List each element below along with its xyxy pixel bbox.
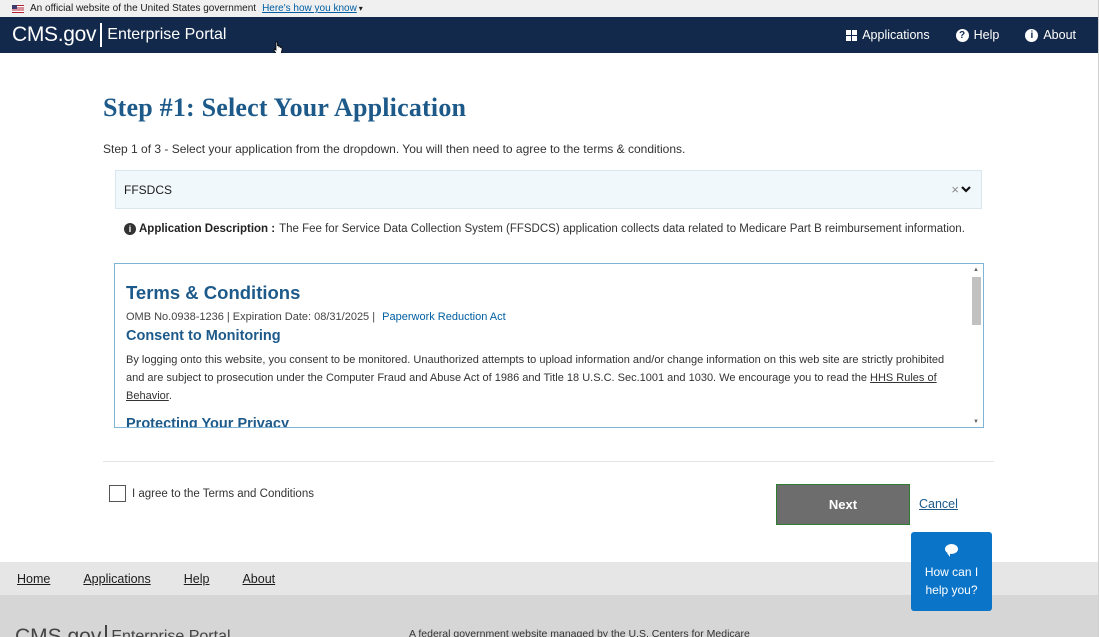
nav-help-label: Help bbox=[973, 28, 1000, 42]
consent-heading: Consent to Monitoring bbox=[126, 328, 281, 344]
chat-bubble-icon bbox=[945, 544, 958, 557]
footer-link-help[interactable]: Help bbox=[184, 572, 210, 586]
divider bbox=[103, 461, 994, 462]
consent-text: By logging onto this website, you consen… bbox=[126, 351, 956, 405]
brand-separator bbox=[100, 23, 103, 47]
question-circle-icon: ? bbox=[955, 28, 969, 42]
page-title: Step #1: Select Your Application bbox=[103, 93, 467, 122]
chat-text: How can I help you? bbox=[925, 563, 978, 599]
application-select-value: FFSDCS bbox=[124, 182, 172, 197]
heres-how-you-know-link[interactable]: Here's how you know bbox=[262, 3, 357, 14]
us-flag-icon bbox=[12, 4, 24, 13]
nav-about[interactable]: i About bbox=[1025, 28, 1076, 42]
scroll-thumb[interactable] bbox=[972, 277, 981, 325]
footer-brand-cms: CMS.gov bbox=[15, 625, 102, 637]
chat-line-1: How can I bbox=[924, 565, 979, 579]
scroll-up-icon[interactable]: ▲ bbox=[973, 267, 979, 273]
brand-cms: CMS.gov bbox=[12, 23, 97, 46]
footer-link-about[interactable]: About bbox=[242, 572, 275, 586]
brand-portal: Enterprise Portal bbox=[107, 26, 227, 43]
agree-checkbox-row[interactable]: I agree to the Terms and Conditions bbox=[109, 485, 314, 502]
terms-scrollbar[interactable]: ▲ ▼ bbox=[969, 264, 983, 427]
footer-text: A federal government website managed by … bbox=[409, 628, 750, 637]
chat-help-button[interactable]: How can I help you? bbox=[911, 532, 992, 611]
info-circle-icon: i bbox=[1025, 28, 1039, 42]
clear-icon[interactable]: × bbox=[951, 182, 959, 197]
consent-end: . bbox=[168, 390, 172, 402]
chat-line-2: help you? bbox=[925, 583, 978, 597]
grid-icon bbox=[846, 29, 858, 41]
cancel-link[interactable]: Cancel bbox=[919, 497, 958, 511]
agree-label: I agree to the Terms and Conditions bbox=[132, 487, 314, 500]
footer-brand-separator bbox=[105, 625, 108, 637]
scroll-down-icon[interactable]: ▼ bbox=[973, 419, 979, 425]
chevron-down-icon[interactable]: ▾ bbox=[359, 4, 363, 13]
brand-logo[interactable]: CMS.gov Enterprise Portal bbox=[12, 23, 226, 47]
privacy-heading: Protecting Your Privacy bbox=[126, 416, 290, 428]
step-instructions: Step 1 of 3 - Select your application fr… bbox=[103, 142, 686, 156]
chevron-down-icon[interactable] bbox=[959, 182, 973, 196]
terms-title: Terms & Conditions bbox=[126, 282, 301, 303]
footer-link-applications[interactable]: Applications bbox=[83, 572, 150, 586]
omb-info: OMB No.0938-1236 | Expiration Date: 08/3… bbox=[126, 311, 506, 323]
info-circle-icon: i bbox=[124, 223, 136, 235]
application-select[interactable]: FFSDCS × bbox=[115, 170, 982, 209]
gov-banner: An official website of the United States… bbox=[0, 0, 1099, 17]
agree-checkbox[interactable] bbox=[109, 485, 126, 502]
main-content: Step #1: Select Your Application Step 1 … bbox=[0, 53, 1098, 562]
omb-text: OMB No.0938-1236 | Expiration Date: 08/3… bbox=[126, 311, 376, 323]
next-button[interactable]: Next bbox=[776, 484, 910, 525]
footer-link-home[interactable]: Home bbox=[17, 572, 50, 586]
nav-applications[interactable]: Applications bbox=[846, 28, 930, 42]
consent-body: By logging onto this website, you consen… bbox=[126, 354, 945, 384]
paperwork-reduction-act-link[interactable]: Paperwork Reduction Act bbox=[382, 311, 506, 323]
header-nav: Applications ? Help i About bbox=[846, 17, 1076, 53]
nav-help[interactable]: ? Help bbox=[955, 28, 1000, 42]
footer-brand-portal: Enterprise Portal bbox=[111, 628, 231, 637]
nav-about-label: About bbox=[1043, 28, 1076, 42]
description-text: The Fee for Service Data Collection Syst… bbox=[279, 223, 965, 235]
description-label: Application Description : bbox=[139, 223, 276, 235]
gov-banner-text: An official website of the United States… bbox=[30, 3, 257, 14]
terms-scroll-panel[interactable]: Terms & Conditions OMB No.0938-1236 | Ex… bbox=[114, 263, 984, 428]
footer-brand-logo: CMS.gov Enterprise Portal bbox=[15, 625, 231, 637]
nav-applications-label: Applications bbox=[862, 28, 930, 42]
site-header: CMS.gov Enterprise Portal Applications ?… bbox=[0, 17, 1098, 53]
application-description: i Application Description : The Fee for … bbox=[124, 223, 965, 235]
